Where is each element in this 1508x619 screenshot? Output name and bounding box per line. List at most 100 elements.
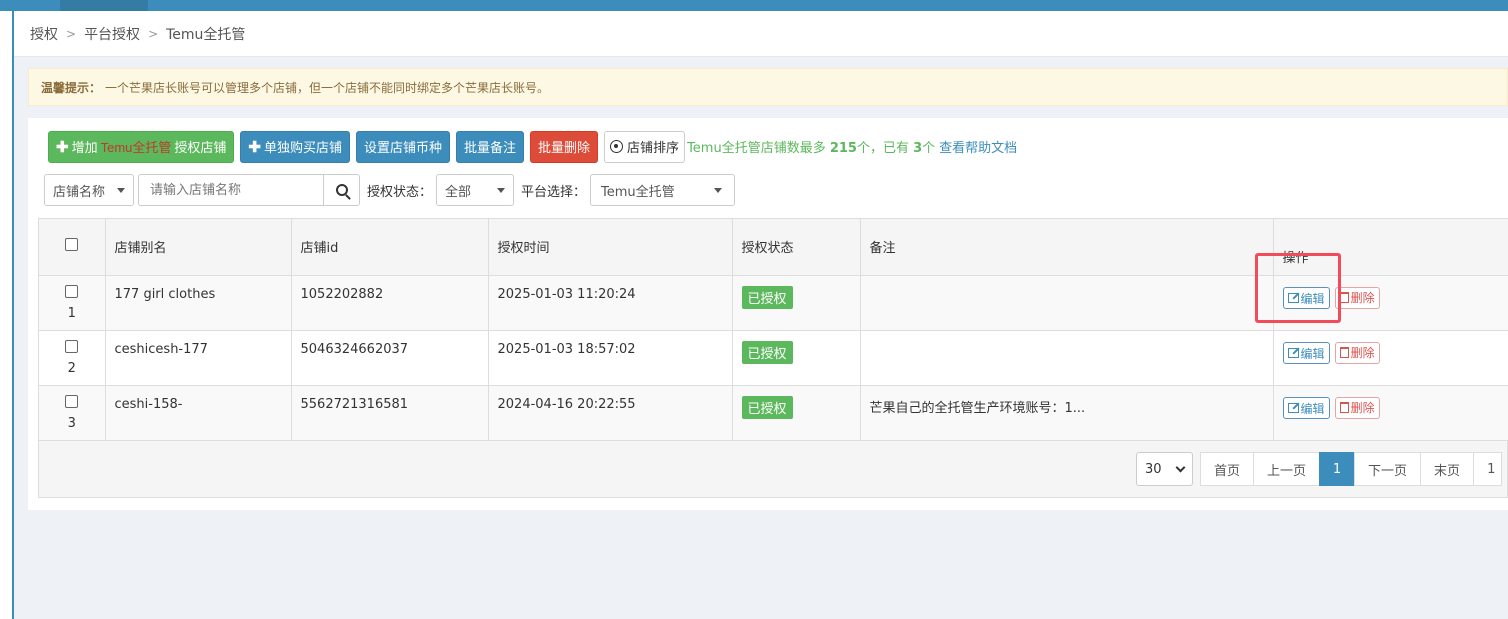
limit-mid: 个，已有 [856, 141, 914, 156]
batch-delete-button[interactable]: 批量删除 [530, 130, 599, 163]
table-row: 1 177 girl clothes 1052202882 2025-01-03… [39, 275, 1508, 331]
search-icon [335, 184, 348, 196]
caret-down-icon [497, 187, 506, 193]
page-prev-button[interactable]: 上一页 [1253, 452, 1321, 486]
breadcrumb: 授权 > 平台授权 > Temu全托管 [14, 11, 1508, 57]
search-button[interactable] [323, 174, 360, 206]
delete-button[interactable]: 删除 [1334, 341, 1380, 364]
batch-note-label: 批量备注 [464, 140, 517, 155]
platform-value: Temu全托管 [601, 184, 675, 200]
store-sort-label: 店铺排序 [627, 140, 680, 155]
top-nav-bar [0, 0, 1508, 11]
edit-button[interactable]: 编辑 [1282, 342, 1330, 364]
pagination: 30 首页 上一页 1 下一页 末页 1 [1136, 452, 1503, 486]
edit-label: 编辑 [1300, 401, 1325, 416]
delete-button[interactable]: 删除 [1334, 286, 1380, 309]
edit-button[interactable]: 编辑 [1282, 287, 1330, 309]
set-currency-label: 设置店铺币种 [364, 140, 443, 155]
store-limit-text: Temu全托管店铺数最多 215个，已有 3个 [687, 137, 935, 156]
platform-select[interactable]: Temu全托管 [590, 174, 736, 206]
row-checkbox[interactable] [65, 284, 79, 298]
cell-auth-time: 2024-04-16 20:22:55 [488, 385, 733, 441]
page-last-button[interactable]: 末页 [1420, 452, 1475, 486]
store-sort-button[interactable]: 店铺排序 [604, 130, 686, 163]
cell-note [860, 330, 1274, 386]
buy-store-label: 单独购买店铺 [263, 140, 342, 155]
header-note: 备注 [860, 219, 1274, 276]
cell-note: 芒果自己的全托管生产环境账号：1... [860, 385, 1274, 441]
table-row: 2 ceshicesh-177 5046324662037 2025-01-03… [39, 330, 1508, 386]
page-next-button[interactable]: 下一页 [1354, 452, 1422, 486]
row-number: 3 [67, 415, 76, 431]
trash-icon [1339, 347, 1349, 358]
cell-auth-time: 2025-01-03 11:20:24 [488, 275, 733, 331]
delete-label: 删除 [1350, 346, 1375, 360]
toolbar: ✚ 增加 Temu全托管 授权店铺 ✚ 单独购买店铺 设置店铺币种 批量备注 批… [48, 130, 1017, 163]
chevron-right-icon: > [66, 26, 77, 41]
store-table: 店铺别名 店铺id 授权时间 授权状态 备注 操作 1 177 girl clo… [39, 219, 1508, 441]
edit-button[interactable]: 编辑 [1282, 397, 1330, 419]
limit-suffix: 个 [922, 141, 936, 156]
header-auth-status: 授权状态 [732, 219, 861, 276]
cell-alias: ceshi-158- [105, 385, 292, 441]
header-select-all [39, 219, 106, 276]
limit-prefix: Temu全托管店铺数最多 [687, 141, 830, 156]
cell-actions: 编辑 删除 [1273, 330, 1508, 386]
breadcrumb-item-platform[interactable]: 平台授权 [84, 24, 140, 44]
row-select-cell: 2 [39, 330, 106, 386]
main-panel: ✚ 增加 Temu全托管 授权店铺 ✚ 单独购买店铺 设置店铺币种 批量备注 批… [28, 118, 1508, 510]
cell-auth-status: 已授权 [732, 275, 861, 331]
add-store-button[interactable]: ✚ 增加 Temu全托管 授权店铺 [48, 130, 235, 163]
cell-alias: 177 girl clothes [105, 275, 292, 331]
add-store-prefix: 增加 [71, 140, 98, 155]
breadcrumb-item-auth[interactable]: 授权 [30, 24, 58, 44]
help-doc-link[interactable]: 查看帮助文档 [939, 137, 1017, 156]
top-nav-active-tab[interactable] [60, 0, 148, 11]
cell-store-id: 1052202882 [291, 275, 489, 331]
delete-label: 删除 [1350, 291, 1375, 305]
cell-auth-status: 已授权 [732, 385, 861, 441]
add-store-suffix: 授权店铺 [174, 140, 227, 155]
edit-icon [1287, 403, 1299, 413]
status-badge: 已授权 [741, 395, 793, 419]
breadcrumb-item-current: Temu全托管 [166, 26, 246, 43]
row-number: 1 [67, 305, 76, 321]
search-field-value: 店铺名称 [53, 184, 106, 200]
store-name-input[interactable] [138, 174, 323, 206]
row-checkbox[interactable] [65, 394, 79, 408]
notice-banner: 温馨提示： 一个芒果店长账号可以管理多个店铺，但一个店铺不能同时绑定多个芒果店长… [28, 68, 1508, 106]
delete-button[interactable]: 删除 [1334, 396, 1380, 419]
auth-status-select[interactable]: 全部 [436, 174, 515, 206]
page-current-button[interactable]: 1 [1319, 452, 1356, 486]
batch-delete-label: 批量删除 [538, 140, 591, 155]
trash-icon [1339, 402, 1349, 413]
platform-label: 平台选择： [521, 184, 587, 200]
edit-icon [1287, 293, 1299, 303]
header-auth-time: 授权时间 [488, 219, 733, 276]
plus-icon: ✚ [56, 138, 69, 156]
plus-icon: ✚ [248, 138, 261, 156]
batch-note-button[interactable]: 批量备注 [456, 130, 525, 163]
page-size-value: 30 [1145, 461, 1162, 477]
select-all-checkbox[interactable] [65, 238, 79, 252]
cell-alias: ceshicesh-177 [105, 330, 292, 386]
page-first-button[interactable]: 首页 [1200, 452, 1255, 486]
header-actions: 操作 [1273, 219, 1508, 276]
cell-store-id: 5046324662037 [291, 330, 489, 386]
cell-store-id: 5562721316581 [291, 385, 489, 441]
header-store-id: 店铺id [291, 219, 489, 276]
chevron-down-icon [1175, 462, 1186, 472]
buy-store-button[interactable]: ✚ 单独购买店铺 [240, 130, 350, 163]
caret-down-icon [714, 187, 723, 193]
row-select-cell: 3 [39, 385, 106, 441]
delete-label: 删除 [1350, 401, 1375, 415]
row-checkbox[interactable] [65, 339, 79, 353]
page-size-select[interactable]: 30 [1136, 452, 1193, 486]
status-badge: 已授权 [741, 340, 793, 364]
set-currency-button[interactable]: 设置店铺币种 [356, 130, 451, 163]
cell-auth-time: 2025-01-03 18:57:02 [488, 330, 733, 386]
page-number-partial[interactable]: 1 [1473, 452, 1503, 486]
notice-text: 一个芒果店长账号可以管理多个店铺，但一个店铺不能同时绑定多个芒果店长账号。 [105, 80, 550, 95]
search-field-select[interactable]: 店铺名称 [44, 174, 134, 206]
cell-actions: 编辑 删除 [1273, 385, 1508, 441]
